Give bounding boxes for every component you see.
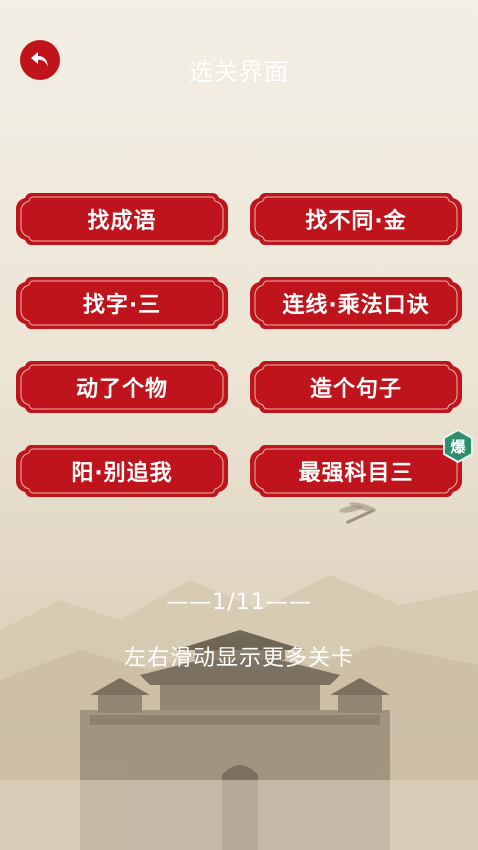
level-label: 连线·乘法口诀 xyxy=(282,293,430,318)
page-indicator: ——1/11—— xyxy=(166,590,312,615)
level-label: 找成语 xyxy=(87,209,157,234)
level-label: 阳·别追我 xyxy=(71,461,173,486)
page-title: 选关界面 xyxy=(189,58,289,86)
level-label: 找不同·金 xyxy=(305,209,407,234)
level-button-7[interactable]: 阳·别追我 xyxy=(13,442,231,500)
hot-badge: 爆 xyxy=(441,429,475,463)
level-label: 找字·三 xyxy=(82,293,162,318)
level-button-8[interactable]: 最强科目三 xyxy=(247,442,465,500)
level-button-1[interactable]: 找成语 xyxy=(13,190,231,248)
level-label: 动了个物 xyxy=(75,377,168,402)
hot-badge-label: 爆 xyxy=(450,437,466,456)
level-button-3[interactable]: 找字·三 xyxy=(13,274,231,332)
level-label: 造个句子 xyxy=(309,377,402,402)
dragonfly-icon xyxy=(339,502,377,525)
level-button-2[interactable]: 找不同·金 xyxy=(247,190,465,248)
swipe-hint: 左右滑动显示更多关卡 xyxy=(123,646,354,671)
level-button-4[interactable]: 连线·乘法口诀 xyxy=(247,274,465,332)
level-label: 最强科目三 xyxy=(298,461,414,486)
level-button-5[interactable]: 动了个物 xyxy=(13,358,231,416)
level-button-6[interactable]: 造个句子 xyxy=(247,358,465,416)
